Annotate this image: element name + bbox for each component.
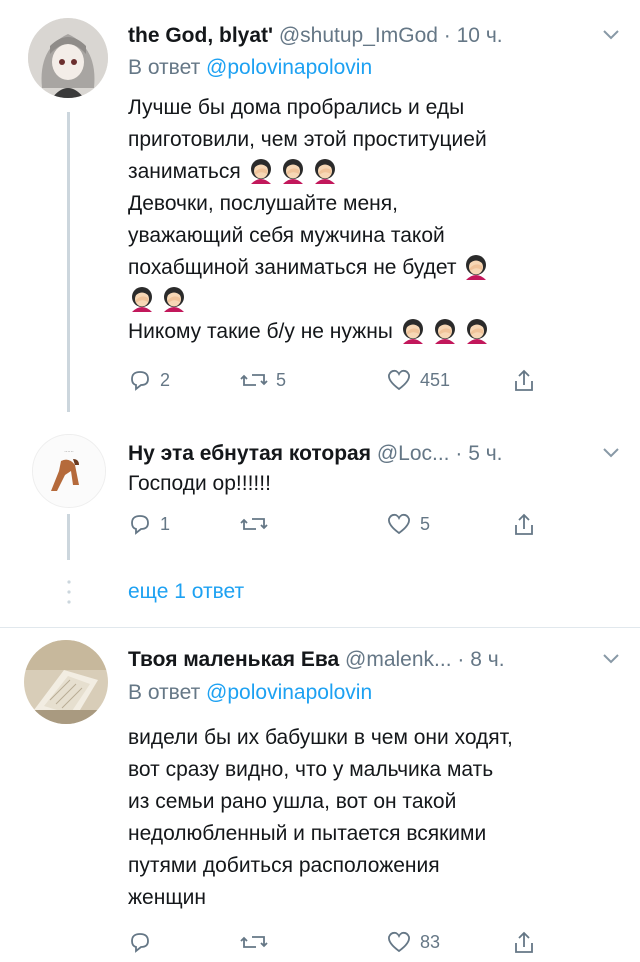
woman-facepalming-emoji: [466, 255, 487, 280]
text-line: похабщиной заниматься не будет: [128, 256, 457, 279]
reply-button[interactable]: 2: [128, 368, 170, 392]
chevron-down-icon[interactable]: [602, 652, 620, 666]
retweet-icon: [240, 518, 268, 530]
woman-facepalming-emoji: [250, 159, 271, 184]
woman-facepalming-emoji: [314, 159, 335, 184]
thread-line: [67, 514, 70, 560]
avatar[interactable]: [28, 18, 108, 98]
text-line: заниматься: [128, 160, 241, 183]
retweet-icon: [240, 936, 268, 948]
avatar[interactable]: [24, 640, 108, 724]
share-button[interactable]: [512, 930, 536, 956]
tweet-header: the God, blyat' @shutup_ImGod · 10 ч.: [128, 24, 620, 48]
tweet-header: Твоя маленькая Ева @malenk... · 8 ч.: [128, 648, 620, 672]
tweet-2[interactable]: ······ Ну эта ебнутая которая @Loc... · …: [0, 420, 640, 570]
tweet-header: Ну эта ебнутая которая @Loc... · 5 ч.: [128, 442, 620, 466]
reply-prefix: В ответ: [128, 56, 201, 79]
svg-text:······: ······: [64, 449, 74, 455]
chevron-down-icon[interactable]: [602, 28, 620, 42]
woman-facepalming-emoji: [466, 319, 487, 344]
like-button[interactable]: 5: [386, 512, 430, 536]
show-more-replies-link[interactable]: еще 1 ответ: [128, 580, 244, 604]
text-line: уважающий себя мужчина такой: [128, 224, 445, 247]
retweet-icon: [240, 374, 268, 386]
text-line: Никому такие б/у не нужны: [128, 320, 393, 343]
user-handle[interactable]: @Loc...: [377, 442, 450, 465]
timestamp[interactable]: 8 ч.: [470, 648, 504, 671]
display-name[interactable]: Твоя маленькая Ева: [128, 648, 339, 671]
tweet-text: видели бы их бабушки в чем они ходят, во…: [128, 722, 616, 914]
reply-icon: [131, 933, 149, 953]
display-name[interactable]: Ну эта ебнутая которая: [128, 442, 371, 465]
text-line: недолюбленный и пытается всякими: [128, 822, 487, 845]
heart-icon: [388, 369, 410, 391]
share-icon: [515, 931, 533, 953]
text-line: женщин: [128, 886, 206, 909]
share-icon: [515, 369, 533, 391]
reply-button[interactable]: 1: [128, 512, 170, 536]
avatar[interactable]: ······: [32, 434, 106, 508]
tweet-text: Лучше бы дома пробрались и еды приготови…: [128, 92, 616, 348]
chevron-down-icon[interactable]: [602, 446, 620, 460]
retweet-count: 5: [276, 369, 287, 390]
separator-dot: ·: [443, 24, 451, 47]
user-handle[interactable]: @malenk...: [345, 648, 452, 671]
text-line: приготовили, чем этой проституцией: [128, 128, 487, 151]
reply-button[interactable]: [128, 930, 160, 954]
separator-dot: ·: [455, 442, 463, 465]
tweet-1[interactable]: the God, blyat' @shutup_ImGod · 10 ч. В …: [0, 0, 640, 420]
woman-facepalming-emoji: [282, 159, 303, 184]
like-count: 5: [420, 513, 431, 534]
text-line: из семьи рано ушла, вот он такой: [128, 790, 457, 813]
heart-icon: [388, 931, 410, 953]
heart-icon: [388, 513, 410, 535]
reply-icon: [131, 371, 149, 391]
reply-context: В ответ @polovinapolovin: [128, 681, 372, 705]
text-line-emoji: заниматься: [128, 156, 616, 188]
share-button[interactable]: [512, 368, 536, 394]
text-line: Девочки, послушайте меня,: [128, 192, 398, 215]
like-count: 451: [420, 369, 451, 390]
share-icon: [515, 513, 533, 535]
retweet-button[interactable]: [240, 512, 276, 536]
timestamp[interactable]: 5 ч.: [468, 442, 502, 465]
more-replies-dots-icon: [67, 580, 71, 604]
reply-to-link[interactable]: @polovinapolovin: [206, 681, 372, 704]
thread-line: [67, 112, 70, 412]
woman-facepalming-emoji: [132, 287, 152, 312]
woman-facepalming-emoji: [434, 319, 455, 344]
tweet-actions: 83: [128, 930, 588, 962]
retweet-button[interactable]: [240, 930, 276, 954]
tweet-actions: 1 5: [128, 512, 588, 544]
tweet-3[interactable]: Твоя маленькая Ева @malenk... · 8 ч. В о…: [0, 628, 640, 959]
separator-dot: ·: [457, 648, 465, 671]
tweet-actions: 2 5 451: [128, 368, 588, 400]
reply-count: 1: [160, 513, 171, 534]
tweet-text: Господи ор!!!!!!: [128, 468, 616, 500]
text-line-emoji: [128, 284, 616, 316]
reply-context: В ответ @polovinapolovin: [128, 56, 372, 80]
woman-facepalming-emoji: [402, 319, 423, 344]
text-line-emoji: похабщиной заниматься не будет: [128, 252, 616, 284]
text-line: вот сразу видно, что у мальчика мать: [128, 758, 494, 781]
text-line: Лучше бы дома пробрались и еды: [128, 96, 465, 119]
like-button[interactable]: 451: [386, 368, 450, 392]
text-line-emoji: Никому такие б/у не нужны: [128, 316, 616, 348]
reply-count: 2: [160, 369, 171, 390]
text-line: Господи ор!!!!!!: [128, 472, 271, 495]
reply-to-link[interactable]: @polovinapolovin: [206, 56, 372, 79]
text-line: видели бы их бабушки в чем они ходят,: [128, 726, 513, 749]
text-line: путями добиться расположения: [128, 854, 440, 877]
reply-prefix: В ответ: [128, 681, 201, 704]
retweet-button[interactable]: 5: [240, 368, 286, 392]
reply-icon: [131, 515, 149, 535]
display-name[interactable]: the God, blyat': [128, 24, 273, 47]
timestamp[interactable]: 10 ч.: [457, 24, 503, 47]
like-button[interactable]: 83: [386, 930, 440, 954]
share-button[interactable]: [512, 512, 536, 538]
woman-facepalming-emoji: [164, 287, 184, 312]
user-handle[interactable]: @shutup_ImGod: [279, 24, 438, 47]
like-count: 83: [420, 931, 441, 952]
